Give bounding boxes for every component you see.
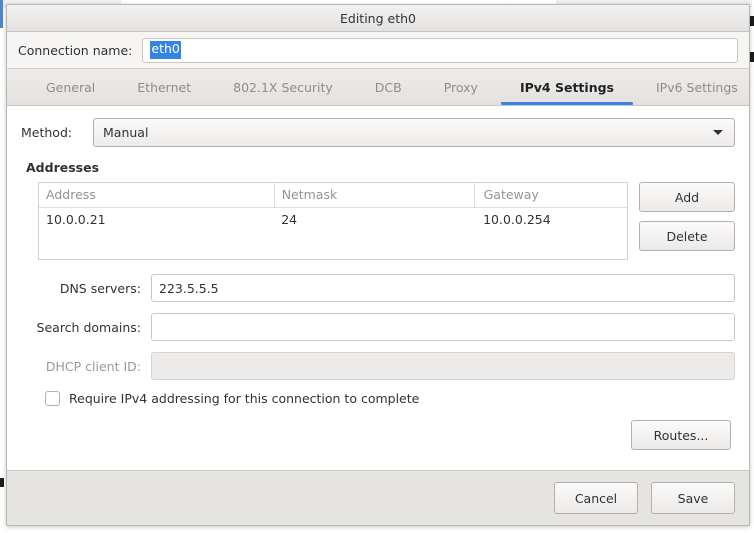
method-label: Method:: [21, 125, 73, 140]
settings-notebook: General Ethernet 802.1X Security DCB Pro…: [7, 68, 749, 470]
require-ipv4-checkbox[interactable]: [45, 391, 60, 406]
cell-gateway[interactable]: 10.0.0.254: [474, 208, 627, 233]
editing-connection-dialog: Editing eth0 Connection name: eth0 Gener…: [6, 4, 750, 526]
tab-ethernet[interactable]: Ethernet: [116, 69, 212, 105]
chevron-down-icon: [713, 130, 723, 135]
connection-name-row: Connection name: eth0: [7, 32, 749, 68]
tab-bar: General Ethernet 802.1X Security DCB Pro…: [7, 69, 749, 106]
table-row[interactable]: 10.0.0.21 24 10.0.0.254: [39, 208, 627, 233]
addresses-block: Address Netmask Gateway 10.0.0.21 24 10.…: [21, 182, 735, 260]
tab-ipv4-settings[interactable]: IPv4 Settings: [499, 69, 635, 105]
background-window-edge-marker-3: [0, 478, 4, 487]
dialog-footer: Cancel Save: [7, 470, 749, 525]
method-value: Manual: [103, 125, 149, 140]
column-header-address[interactable]: Address: [39, 183, 275, 208]
search-domains-input[interactable]: [151, 313, 735, 341]
dns-servers-label: DNS servers:: [59, 280, 141, 296]
method-row: Method: Manual: [21, 118, 735, 147]
search-domains-label: Search domains:: [36, 319, 141, 335]
column-header-gateway[interactable]: Gateway: [474, 183, 627, 208]
cell-netmask[interactable]: 24: [274, 208, 474, 233]
dhcp-client-id-row: DHCP client ID:: [21, 352, 735, 380]
ipv4-settings-page: Method: Manual Addresses Address Netmask: [7, 106, 749, 470]
require-ipv4-label: Require IPv4 addressing for this connect…: [69, 391, 420, 406]
tab-general[interactable]: General: [25, 69, 116, 105]
cell-address[interactable]: 10.0.0.21: [39, 208, 274, 233]
connection-name-input[interactable]: eth0: [142, 37, 738, 63]
delete-button[interactable]: Delete: [639, 221, 735, 251]
column-header-netmask[interactable]: Netmask: [274, 183, 475, 208]
dns-servers-row: DNS servers: 223.5.5.5: [21, 274, 735, 302]
routes-button[interactable]: Routes...: [631, 420, 731, 450]
tab-8021x-security[interactable]: 802.1X Security: [212, 69, 354, 105]
add-button[interactable]: Add: [639, 182, 735, 212]
addresses-section-title: Addresses: [26, 160, 100, 175]
dialog-title: Editing eth0: [340, 10, 416, 26]
dialog-titlebar: Editing eth0: [7, 5, 749, 32]
save-button[interactable]: Save: [651, 482, 735, 514]
connection-name-value: eth0: [150, 41, 181, 59]
dns-servers-input[interactable]: 223.5.5.5: [151, 274, 735, 302]
table-header-row: Address Netmask Gateway: [39, 183, 627, 208]
cancel-button[interactable]: Cancel: [554, 482, 638, 514]
method-dropdown[interactable]: Manual: [93, 118, 735, 147]
tab-proxy[interactable]: Proxy: [423, 69, 499, 105]
addresses-buttons: Add Delete: [639, 182, 735, 251]
require-ipv4-row[interactable]: Require IPv4 addressing for this connect…: [21, 391, 735, 406]
dhcp-client-id-input: [151, 352, 735, 380]
addresses-table[interactable]: Address Netmask Gateway 10.0.0.21 24 10.…: [38, 182, 628, 260]
search-domains-row: Search domains:: [21, 313, 735, 341]
dns-servers-value: 223.5.5.5: [159, 280, 219, 296]
tab-ipv6-settings[interactable]: IPv6 Settings: [635, 69, 749, 105]
tab-dcb[interactable]: DCB: [354, 69, 423, 105]
routes-row: Routes...: [21, 420, 735, 450]
connection-name-label: Connection name:: [18, 42, 133, 58]
dhcp-client-id-label: DHCP client ID:: [45, 358, 141, 374]
